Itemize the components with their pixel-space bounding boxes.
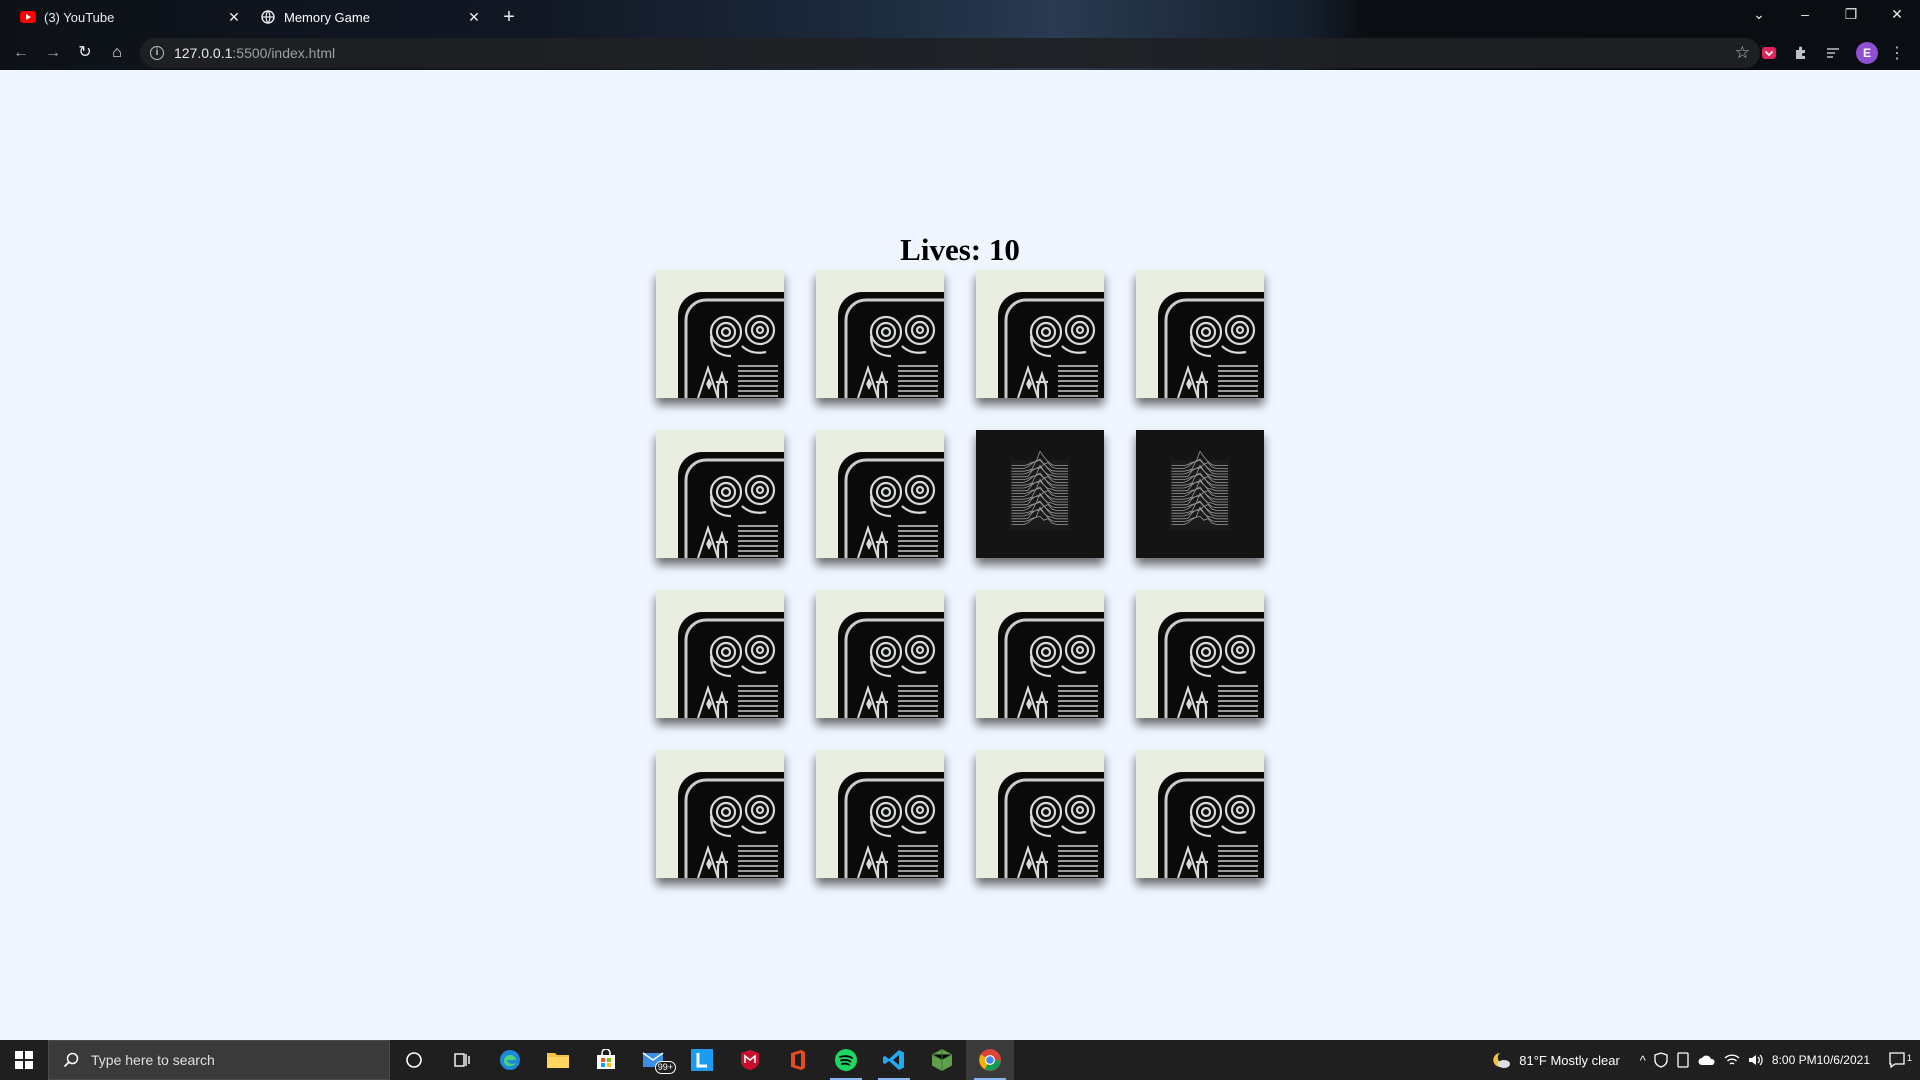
card-back-art [656,270,784,398]
browser-chrome: (3) YouTube ✕ Memory Game ✕ + ⌄ – ❐ ✕ ← … [0,0,1920,70]
mail-icon[interactable]: 99+ [630,1040,678,1080]
card-grid [656,270,1264,878]
chevron-up-icon[interactable]: ^ [1636,1053,1650,1068]
tab-strip: (3) YouTube ✕ Memory Game ✕ + ⌄ – ❐ ✕ [0,0,1920,34]
pocket-extension-icon[interactable] [1758,42,1780,64]
close-tab-icon[interactable]: ✕ [466,9,482,25]
clock-time: 8:00 PM [1771,1053,1817,1067]
card-back-art [816,270,944,398]
card-back-art [1136,750,1264,878]
system-tray: 81°F Mostly clear ^ 8:00 PM 10/6/2021 1 [1487,1040,1920,1080]
cortana-icon[interactable] [390,1040,438,1080]
reload-icon[interactable]: ↻ [72,40,98,66]
bookmark-star-icon[interactable]: ☆ [1735,43,1750,63]
device-tray-icon[interactable] [1672,1052,1694,1068]
memory-card-facedown[interactable] [816,750,944,878]
tab-youtube[interactable]: (3) YouTube ✕ [10,2,250,32]
back-arrow-icon[interactable]: ← [8,40,34,66]
system-clock[interactable]: 8:00 PM 10/6/2021 [1768,1052,1874,1068]
memory-card-faceup[interactable] [976,430,1104,558]
onedrive-cloud-icon[interactable] [1694,1054,1720,1066]
weather-moon-icon[interactable] [1487,1051,1515,1069]
edge-browser-icon[interactable] [486,1040,534,1080]
youtube-icon [20,9,36,25]
card-back-art [1136,590,1264,718]
tab-title: (3) YouTube [44,9,115,25]
forward-arrow-icon[interactable]: → [40,40,66,66]
minimize-button[interactable]: – [1782,0,1828,30]
card-back-art [656,750,784,878]
memory-card-facedown[interactable] [976,270,1104,398]
tab-title: Memory Game [284,9,370,25]
site-info-icon[interactable]: i [150,46,164,60]
card-back-art [976,590,1104,718]
memory-card-facedown[interactable] [1136,590,1264,718]
card-back-art [656,430,784,558]
office-icon[interactable] [774,1040,822,1080]
chrome-icon[interactable] [966,1040,1014,1080]
album-cover-art [1136,430,1264,558]
notification-count: 1 [1906,1053,1912,1063]
home-icon[interactable]: ⌂ [104,40,130,66]
memory-card-facedown[interactable] [976,590,1104,718]
close-tab-icon[interactable]: ✕ [226,9,242,25]
mcafee-icon[interactable] [726,1040,774,1080]
url-path: :5500/index.html [232,45,336,61]
extensions-puzzle-icon[interactable] [1790,42,1812,64]
file-explorer-icon[interactable] [534,1040,582,1080]
card-back-art [976,750,1104,878]
microsoft-store-icon[interactable] [582,1040,630,1080]
launcher-l-icon[interactable] [678,1040,726,1080]
restore-button[interactable]: ❐ [1828,0,1874,30]
memory-card-facedown[interactable] [976,750,1104,878]
task-view-icon[interactable] [438,1040,486,1080]
mail-badge: 99+ [654,1061,676,1074]
memory-card-facedown[interactable] [656,750,784,878]
memory-card-facedown[interactable] [656,590,784,718]
memory-card-facedown[interactable] [656,270,784,398]
card-back-art [976,270,1104,398]
new-tab-button[interactable]: + [497,6,521,30]
url-host: 127.0.0.1 [174,45,233,61]
card-back-art [816,590,944,718]
album-cover-art [976,430,1104,558]
reading-list-icon[interactable] [1822,42,1844,64]
spotify-icon[interactable] [822,1040,870,1080]
memory-card-facedown[interactable] [656,430,784,558]
close-window-button[interactable]: ✕ [1874,0,1920,30]
weather-text[interactable]: 81°F Mostly clear [1515,1053,1624,1068]
profile-avatar[interactable]: E [1856,42,1878,64]
taskbar-search-box[interactable]: Type here to search [48,1040,390,1080]
page-content: Lives: 10 [0,70,1920,1040]
mcafee-tray-icon[interactable] [1650,1052,1672,1068]
card-back-art [656,590,784,718]
vscode-icon[interactable] [870,1040,918,1080]
tab-memory-game[interactable]: Memory Game ✕ [250,2,490,32]
memory-card-facedown[interactable] [1136,750,1264,878]
memory-card-facedown[interactable] [816,590,944,718]
search-icon [63,1052,79,1068]
card-back-art [1136,270,1264,398]
memory-card-facedown[interactable] [816,430,944,558]
tab-search-icon[interactable]: ⌄ [1736,0,1782,30]
card-back-art [816,430,944,558]
node-hexagon-icon[interactable] [918,1040,966,1080]
windows-start-button[interactable] [0,1040,48,1080]
card-back-art [816,750,944,878]
browser-toolbar: ← → ↻ ⌂ i 127.0.0.1:5500/index.html ☆ E … [0,36,1920,70]
clock-date: 10/6/2021 [1816,1053,1870,1067]
memory-card-facedown[interactable] [1136,270,1264,398]
wifi-icon[interactable] [1720,1053,1744,1067]
volume-icon[interactable] [1744,1053,1768,1067]
lives-counter: Lives: 10 [900,232,1020,267]
windows-taskbar: Type here to search 99+ 81°F Mostly clea… [0,1040,1920,1080]
memory-card-faceup[interactable] [1136,430,1264,558]
address-bar[interactable]: i 127.0.0.1:5500/index.html ☆ [140,38,1760,68]
search-placeholder: Type here to search [91,1052,215,1068]
notification-center-icon[interactable]: 1 [1874,1051,1920,1069]
memory-card-facedown[interactable] [816,270,944,398]
menu-kebab-icon[interactable]: ⋮ [1886,42,1908,64]
globe-icon [260,9,276,25]
